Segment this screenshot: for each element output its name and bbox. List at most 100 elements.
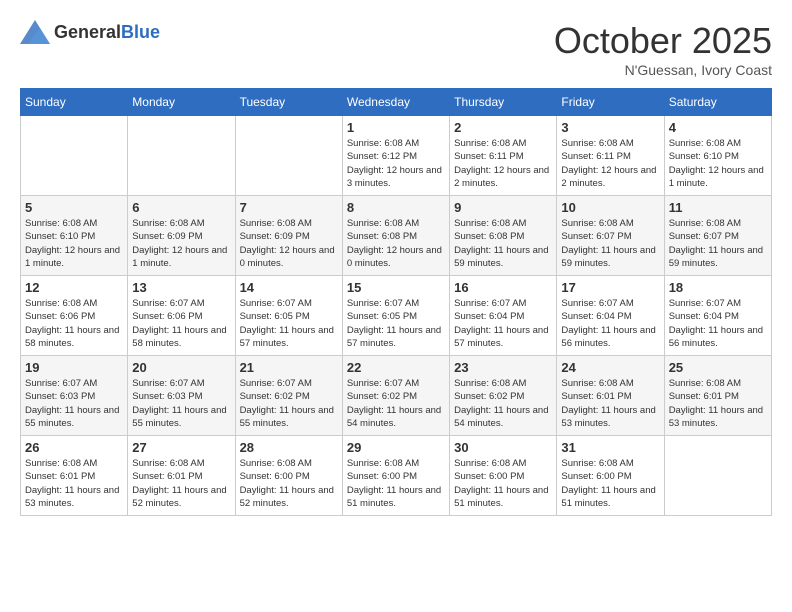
day-info: Sunrise: 6:08 AM Sunset: 6:07 PM Dayligh… — [669, 217, 767, 270]
day-info: Sunrise: 6:08 AM Sunset: 6:12 PM Dayligh… — [347, 137, 445, 190]
day-number: 17 — [561, 280, 659, 295]
calendar-week-row: 5 Sunrise: 6:08 AM Sunset: 6:10 PM Daylig… — [21, 196, 772, 276]
calendar-cell — [128, 116, 235, 196]
day-number: 25 — [669, 360, 767, 375]
calendar-week-row: 12 Sunrise: 6:08 AM Sunset: 6:06 PM Dayli… — [21, 276, 772, 356]
calendar-cell: 19 Sunrise: 6:07 AM Sunset: 6:03 PM Dayli… — [21, 356, 128, 436]
day-number: 19 — [25, 360, 123, 375]
calendar-table: Sunday Monday Tuesday Wednesday Thursday… — [20, 88, 772, 516]
calendar-cell: 12 Sunrise: 6:08 AM Sunset: 6:06 PM Dayli… — [21, 276, 128, 356]
day-info: Sunrise: 6:08 AM Sunset: 6:07 PM Dayligh… — [561, 217, 659, 270]
calendar-cell — [235, 116, 342, 196]
calendar-cell: 21 Sunrise: 6:07 AM Sunset: 6:02 PM Dayli… — [235, 356, 342, 436]
calendar-cell: 28 Sunrise: 6:08 AM Sunset: 6:00 PM Dayli… — [235, 436, 342, 516]
day-info: Sunrise: 6:08 AM Sunset: 6:10 PM Dayligh… — [25, 217, 123, 270]
day-number: 16 — [454, 280, 552, 295]
calendar-cell: 22Sunrise: 6:07 AM Sunset: 6:02 PM Dayli… — [342, 356, 449, 436]
calendar-cell: 3 Sunrise: 6:08 AM Sunset: 6:11 PM Daylig… — [557, 116, 664, 196]
calendar-cell: 10Sunrise: 6:08 AM Sunset: 6:07 PM Dayli… — [557, 196, 664, 276]
day-info: Sunrise: 6:08 AM Sunset: 6:08 PM Dayligh… — [454, 217, 552, 270]
day-number: 9 — [454, 200, 552, 215]
day-info: Sunrise: 6:08 AM Sunset: 6:10 PM Dayligh… — [669, 137, 767, 190]
calendar-header: Sunday Monday Tuesday Wednesday Thursday… — [21, 89, 772, 116]
day-number: 31 — [561, 440, 659, 455]
calendar-cell: 11Sunrise: 6:08 AM Sunset: 6:07 PM Dayli… — [664, 196, 771, 276]
day-info: Sunrise: 6:08 AM Sunset: 6:00 PM Dayligh… — [561, 457, 659, 510]
calendar-body: 1 Sunrise: 6:08 AM Sunset: 6:12 PM Daylig… — [21, 116, 772, 516]
header-row: Sunday Monday Tuesday Wednesday Thursday… — [21, 89, 772, 116]
logo-icon — [20, 20, 50, 44]
calendar-cell: 4 Sunrise: 6:08 AM Sunset: 6:10 PM Daylig… — [664, 116, 771, 196]
calendar-week-row: 26 Sunrise: 6:08 AM Sunset: 6:01 PM Dayli… — [21, 436, 772, 516]
location-subtitle: N'Guessan, Ivory Coast — [554, 62, 772, 78]
header-wednesday: Wednesday — [342, 89, 449, 116]
header-sunday: Sunday — [21, 89, 128, 116]
day-info: Sunrise: 6:08 AM Sunset: 6:01 PM Dayligh… — [132, 457, 230, 510]
day-number: 26 — [25, 440, 123, 455]
day-info: Sunrise: 6:08 AM Sunset: 6:11 PM Dayligh… — [454, 137, 552, 190]
day-info: Sunrise: 6:08 AM Sunset: 6:08 PM Dayligh… — [347, 217, 445, 270]
day-info: Sunrise: 6:07 AM Sunset: 6:04 PM Dayligh… — [454, 297, 552, 350]
day-info: Sunrise: 6:08 AM Sunset: 6:02 PM Dayligh… — [454, 377, 552, 430]
day-info: Sunrise: 6:08 AM Sunset: 6:01 PM Dayligh… — [669, 377, 767, 430]
logo-blue-text: Blue — [121, 22, 160, 42]
title-area: October 2025 N'Guessan, Ivory Coast — [554, 20, 772, 78]
day-info: Sunrise: 6:07 AM Sunset: 6:04 PM Dayligh… — [561, 297, 659, 350]
day-number: 14 — [240, 280, 338, 295]
day-number: 13 — [132, 280, 230, 295]
day-number: 4 — [669, 120, 767, 135]
day-number: 28 — [240, 440, 338, 455]
day-number: 8 — [347, 200, 445, 215]
day-info: Sunrise: 6:08 AM Sunset: 6:00 PM Dayligh… — [454, 457, 552, 510]
calendar-cell: 2 Sunrise: 6:08 AM Sunset: 6:11 PM Daylig… — [450, 116, 557, 196]
day-info: Sunrise: 6:08 AM Sunset: 6:09 PM Dayligh… — [240, 217, 338, 270]
day-number: 3 — [561, 120, 659, 135]
day-info: Sunrise: 6:07 AM Sunset: 6:04 PM Dayligh… — [669, 297, 767, 350]
day-number: 20 — [132, 360, 230, 375]
day-number: 23 — [454, 360, 552, 375]
day-number: 2 — [454, 120, 552, 135]
day-info: Sunrise: 6:07 AM Sunset: 6:03 PM Dayligh… — [25, 377, 123, 430]
day-number: 5 — [25, 200, 123, 215]
day-info: Sunrise: 6:08 AM Sunset: 6:09 PM Dayligh… — [132, 217, 230, 270]
calendar-cell: 7Sunrise: 6:08 AM Sunset: 6:09 PM Daylig… — [235, 196, 342, 276]
day-info: Sunrise: 6:08 AM Sunset: 6:11 PM Dayligh… — [561, 137, 659, 190]
day-info: Sunrise: 6:07 AM Sunset: 6:05 PM Dayligh… — [347, 297, 445, 350]
calendar-cell: 20 Sunrise: 6:07 AM Sunset: 6:03 PM Dayli… — [128, 356, 235, 436]
header-saturday: Saturday — [664, 89, 771, 116]
header-tuesday: Tuesday — [235, 89, 342, 116]
day-number: 12 — [25, 280, 123, 295]
day-number: 18 — [669, 280, 767, 295]
day-number: 1 — [347, 120, 445, 135]
calendar-cell: 27 Sunrise: 6:08 AM Sunset: 6:01 PM Dayli… — [128, 436, 235, 516]
day-info: Sunrise: 6:08 AM Sunset: 6:01 PM Dayligh… — [25, 457, 123, 510]
day-number: 24 — [561, 360, 659, 375]
month-title: October 2025 — [554, 20, 772, 62]
calendar-week-row: 1 Sunrise: 6:08 AM Sunset: 6:12 PM Daylig… — [21, 116, 772, 196]
day-number: 21 — [240, 360, 338, 375]
calendar-cell: 9 Sunrise: 6:08 AM Sunset: 6:08 PM Daylig… — [450, 196, 557, 276]
calendar-cell: 23 Sunrise: 6:08 AM Sunset: 6:02 PM Dayli… — [450, 356, 557, 436]
calendar-cell: 29Sunrise: 6:08 AM Sunset: 6:00 PM Dayli… — [342, 436, 449, 516]
header-thursday: Thursday — [450, 89, 557, 116]
header-friday: Friday — [557, 89, 664, 116]
calendar-cell: 15 Sunrise: 6:07 AM Sunset: 6:05 PM Dayli… — [342, 276, 449, 356]
day-number: 30 — [454, 440, 552, 455]
day-info: Sunrise: 6:07 AM Sunset: 6:02 PM Dayligh… — [240, 377, 338, 430]
day-info: Sunrise: 6:07 AM Sunset: 6:03 PM Dayligh… — [132, 377, 230, 430]
calendar-cell: 26 Sunrise: 6:08 AM Sunset: 6:01 PM Dayli… — [21, 436, 128, 516]
day-info: Sunrise: 6:08 AM Sunset: 6:00 PM Dayligh… — [240, 457, 338, 510]
calendar-cell: 13Sunrise: 6:07 AM Sunset: 6:06 PM Dayli… — [128, 276, 235, 356]
calendar-cell: 25 Sunrise: 6:08 AM Sunset: 6:01 PM Dayli… — [664, 356, 771, 436]
calendar-cell: 1 Sunrise: 6:08 AM Sunset: 6:12 PM Daylig… — [342, 116, 449, 196]
calendar-cell: 5 Sunrise: 6:08 AM Sunset: 6:10 PM Daylig… — [21, 196, 128, 276]
day-number: 27 — [132, 440, 230, 455]
calendar-week-row: 19 Sunrise: 6:07 AM Sunset: 6:03 PM Dayli… — [21, 356, 772, 436]
calendar-cell: 30 Sunrise: 6:08 AM Sunset: 6:00 PM Dayli… — [450, 436, 557, 516]
day-number: 29 — [347, 440, 445, 455]
calendar-cell: 31 Sunrise: 6:08 AM Sunset: 6:00 PM Dayli… — [557, 436, 664, 516]
calendar-cell — [664, 436, 771, 516]
logo-general-text: General — [54, 22, 121, 42]
day-number: 15 — [347, 280, 445, 295]
day-info: Sunrise: 6:08 AM Sunset: 6:06 PM Dayligh… — [25, 297, 123, 350]
